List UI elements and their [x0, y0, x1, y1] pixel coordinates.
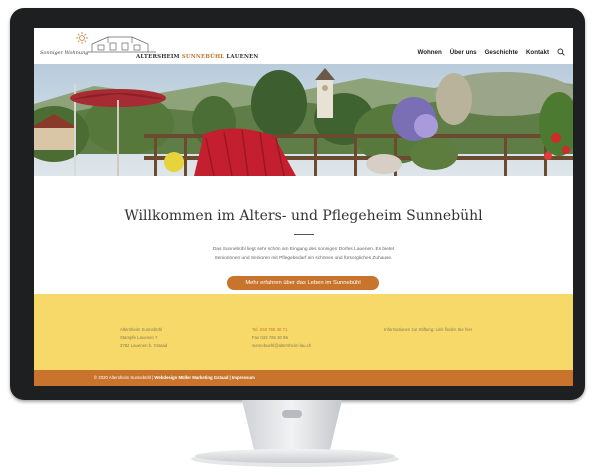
- hero-slider[interactable]: [34, 64, 573, 176]
- site-footer: Altersheim Sunnebühl Stampfe Lauenen 7 3…: [34, 294, 573, 370]
- footer-address: Altersheim Sunnebühl Stampfe Lauenen 7 3…: [120, 327, 168, 348]
- nav-item-ueber-uns[interactable]: Über uns: [450, 49, 477, 56]
- monitor-frame: Sonniger Wohnung ALTERSHEIM SUNNEBÜHL LA…: [10, 8, 585, 400]
- intro-text: Das Sunnebühl liegt sehr schön am Eingan…: [212, 247, 395, 261]
- email-link[interactable]: sunnebuehl@altersheim-lau.ch: [252, 342, 311, 350]
- logo-name: ALTERSHEIM SUNNEBÜHL LAUENEN: [136, 54, 259, 60]
- monitor-stand-neck: [242, 400, 342, 450]
- nav-item-wohnen[interactable]: Wohnen: [417, 49, 441, 56]
- page-title: Willkommen im Alters- und Pflegeheim Sun…: [124, 208, 483, 224]
- welcome-section: Willkommen im Alters- und Pflegeheim Sun…: [34, 176, 573, 294]
- nav-item-geschichte[interactable]: Geschichte: [485, 49, 518, 56]
- footer-contact: Tel. 033 765 30 71 Fax 033 765 30 96 sun…: [252, 326, 311, 350]
- browser-viewport: Sonniger Wohnung ALTERSHEIM SUNNEBÜHL LA…: [34, 28, 573, 386]
- title-divider: [294, 234, 314, 235]
- webdesign-credit-link[interactable]: Webdesign Müller Marketing Gstaad | Impr…: [154, 375, 254, 380]
- learn-more-button[interactable]: Mehr erfahren über das Leben im Sunnebüh…: [227, 276, 379, 290]
- phone-link[interactable]: Tel. 033 765 30 71: [252, 326, 311, 334]
- fax-number: Fax 033 765 30 96: [252, 335, 288, 340]
- hero-image: [34, 64, 573, 176]
- site-header: Sonniger Wohnung ALTERSHEIM SUNNEBÜHL LA…: [34, 28, 573, 64]
- site-logo[interactable]: Sonniger Wohnung ALTERSHEIM SUNNEBÜHL LA…: [40, 31, 270, 63]
- search-icon[interactable]: [557, 48, 565, 56]
- copyright-text: © 2020 Altersheim Sunnebühl | Webdesign …: [94, 375, 255, 380]
- nav-item-kontakt[interactable]: Kontakt: [526, 49, 549, 56]
- bottom-bar: © 2020 Altersheim Sunnebühl | Webdesign …: [34, 370, 573, 386]
- logo-tagline: Sonniger Wohnung: [40, 50, 89, 56]
- monitor-stand-base: [191, 449, 399, 467]
- main-nav: Wohnen Über uns Geschichte Kontakt: [417, 48, 565, 56]
- footer-info: Informationen zur Stiftung: Link finden …: [384, 326, 472, 334]
- foundation-info-link[interactable]: Informationen zur Stiftung: Link finden …: [384, 326, 472, 334]
